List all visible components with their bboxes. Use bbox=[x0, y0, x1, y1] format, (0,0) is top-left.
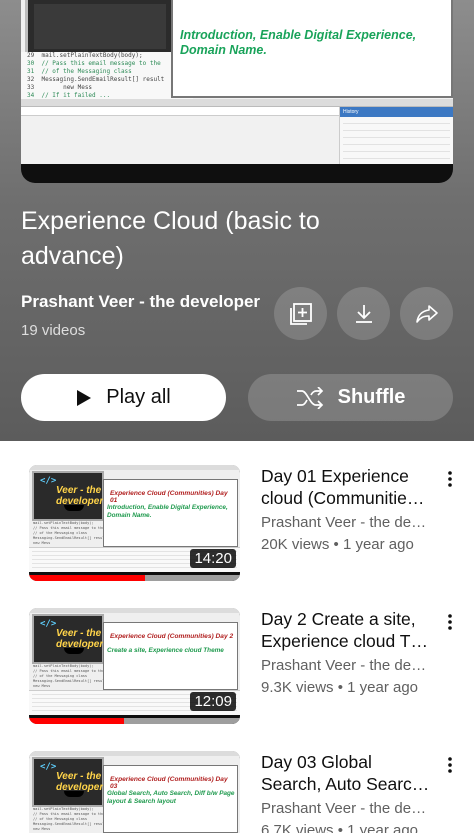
thumbnail-popup-title: Experience Cloud (Communities) Day 01 bbox=[110, 490, 228, 504]
video-thumbnail[interactable]: </> Veer - the developer mail.setPlainTe… bbox=[29, 751, 240, 833]
kebab-menu-icon bbox=[448, 471, 452, 487]
thumbnail-popup-title: Experience Cloud (Communities) Day 2 bbox=[110, 633, 234, 640]
thumbnail-laptop-image: </> Veer - the developer bbox=[32, 471, 104, 521]
thumbnail-popup-title: Experience Cloud (Communities) Day 03 bbox=[110, 776, 228, 790]
video-title[interactable]: Day 2 Create a site, Experience cloud Th… bbox=[261, 608, 431, 652]
video-meta: 6.7K views • 1 year ago bbox=[261, 822, 419, 833]
more-options-button[interactable] bbox=[440, 751, 460, 779]
thumbnail-popup: Experience Cloud (Communities) Day 03 Gl… bbox=[103, 765, 238, 833]
thumbnail-logo-tag: </> bbox=[40, 762, 57, 772]
thumbnail-popup-text: Introduction, Enable Digital Experience,… bbox=[180, 28, 417, 57]
thumbnail-laptop-image bbox=[25, 0, 175, 56]
playlist-add-icon bbox=[289, 302, 312, 325]
thumbnail-code-block: 29 mail.setPlainTextBody(body); 30 // Pa… bbox=[21, 52, 193, 100]
thumbnail-logo-tag: </> bbox=[40, 476, 57, 486]
thumbnail-query-bar bbox=[21, 107, 339, 116]
thumbnail-popup-body: Introduction, Enable Digital Experience,… bbox=[107, 504, 228, 519]
duration-badge: 12:09 bbox=[190, 692, 236, 711]
thumbnail-laptop-image: </> Veer - the developer bbox=[32, 757, 104, 807]
shuffle-button[interactable]: Shuffle bbox=[248, 374, 453, 421]
more-options-button[interactable] bbox=[440, 465, 460, 493]
thumbnail-screenshot: </> Veer - the developer mail.setPlainTe… bbox=[29, 751, 240, 833]
play-icon bbox=[77, 389, 92, 406]
video-meta: 20K views • 1 year ago bbox=[261, 536, 414, 553]
shuffle-icon bbox=[296, 386, 323, 409]
duration-badge: 14:20 bbox=[190, 549, 236, 568]
thumbnail-screenshot: 29 mail.setPlainTextBody(body); 30 // Pa… bbox=[21, 0, 453, 164]
list-item[interactable]: </> Veer - the developer mail.setPlainTe… bbox=[0, 608, 474, 728]
mustache-icon bbox=[64, 505, 84, 511]
save-to-playlist-button[interactable] bbox=[274, 287, 327, 340]
thumbnail-popup: Experience Cloud (Communities) Day 01 In… bbox=[103, 479, 238, 547]
download-icon bbox=[355, 304, 372, 323]
video-thumbnail[interactable]: </> Veer - the developer mail.setPlainTe… bbox=[29, 608, 240, 724]
play-all-button[interactable]: Play all bbox=[21, 374, 226, 421]
watch-progress-bar bbox=[29, 718, 124, 724]
video-channel: Prashant Veer - the developer bbox=[261, 800, 431, 817]
shuffle-label: Shuffle bbox=[337, 386, 406, 408]
thumbnail-history-panel: History bbox=[339, 107, 453, 164]
thumbnail-tabs bbox=[21, 99, 453, 107]
thumbnail-logo-text: Veer - the developer bbox=[56, 628, 104, 650]
thumbnail-code-block: mail.setPlainTextBody(body);// Pass this… bbox=[33, 807, 107, 831]
thumbnail-code-block: mail.setPlainTextBody(body);// Pass this… bbox=[33, 521, 107, 545]
more-options-button[interactable] bbox=[440, 608, 460, 636]
video-channel: Prashant Veer - the developer bbox=[261, 657, 431, 674]
watch-progress-track bbox=[29, 575, 240, 581]
video-title[interactable]: Day 03 Global Search, Auto Search, Diff … bbox=[261, 751, 431, 795]
thumbnail-popup: Experience Cloud (Communities) Day 2 Cre… bbox=[103, 622, 238, 690]
list-item[interactable]: </> Veer - the developer mail.setPlainTe… bbox=[0, 751, 474, 833]
thumbnail-logo-text: Veer - the developer bbox=[56, 485, 104, 507]
video-title[interactable]: Day 01 Experience cloud (Communities) Da… bbox=[261, 465, 431, 509]
download-button[interactable] bbox=[337, 287, 390, 340]
thumbnail-logo-tag: </> bbox=[40, 619, 57, 629]
thumbnail-laptop-image: </> Veer - the developer bbox=[32, 614, 104, 664]
thumbnail-logo-text: Veer - the developer bbox=[56, 771, 104, 793]
list-item[interactable]: </> Veer - the developer mail.setPlainTe… bbox=[0, 465, 474, 585]
watch-progress-bar bbox=[29, 575, 146, 581]
thumbnail-popup: Introduction, Enable Digital Experience,… bbox=[171, 0, 453, 98]
mustache-icon bbox=[64, 791, 84, 797]
playlist-video-count: 19 videos bbox=[21, 322, 86, 339]
video-channel: Prashant Veer - the developer bbox=[261, 514, 431, 531]
video-meta: 9.3K views • 1 year ago bbox=[261, 679, 419, 696]
kebab-menu-icon bbox=[448, 757, 452, 773]
play-all-label: Play all bbox=[106, 386, 171, 408]
kebab-menu-icon bbox=[448, 614, 452, 630]
thumbnail-popup-body: Create a site, Experience cloud Theme bbox=[107, 647, 224, 654]
thumbnail-code-block: mail.setPlainTextBody(body);// Pass this… bbox=[33, 664, 107, 688]
video-thumbnail[interactable]: </> Veer - the developer mail.setPlainTe… bbox=[29, 465, 240, 581]
playlist-title: Experience Cloud (basic to advance) bbox=[21, 207, 320, 270]
thumbnail-popup-body: Global Search, Auto Search, Diff b/w Pag… bbox=[107, 790, 235, 805]
playlist-owner[interactable]: Prashant Veer - the developer bbox=[21, 292, 261, 312]
share-icon bbox=[415, 304, 438, 323]
share-button[interactable] bbox=[400, 287, 453, 340]
watch-progress-track bbox=[29, 718, 240, 724]
playlist-header: 29 mail.setPlainTextBody(body); 30 // Pa… bbox=[0, 0, 474, 441]
playlist-thumbnail[interactable]: 29 mail.setPlainTextBody(body); 30 // Pa… bbox=[21, 0, 453, 183]
mustache-icon bbox=[64, 648, 84, 654]
